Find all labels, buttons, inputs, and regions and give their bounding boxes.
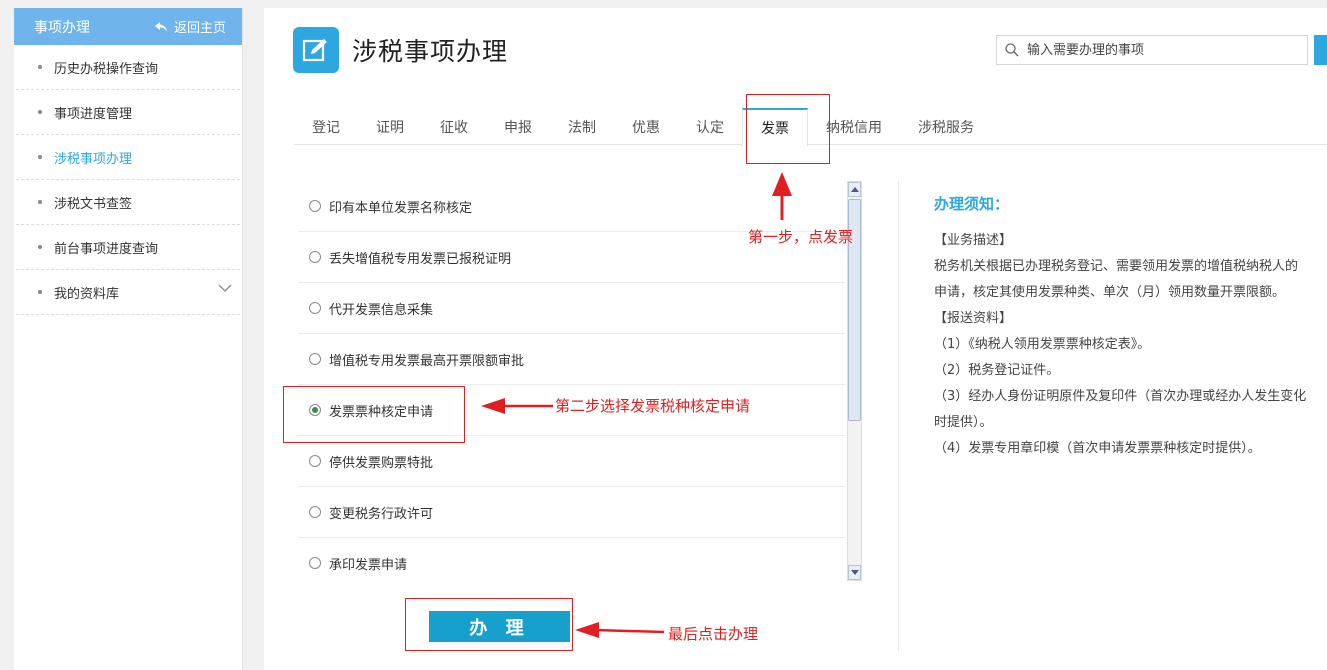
- annotation-arrows: [481, 172, 792, 638]
- arrow-left-icon: [575, 622, 665, 638]
- arrow-up-icon: [772, 172, 792, 220]
- arrow-left-icon: [481, 398, 553, 414]
